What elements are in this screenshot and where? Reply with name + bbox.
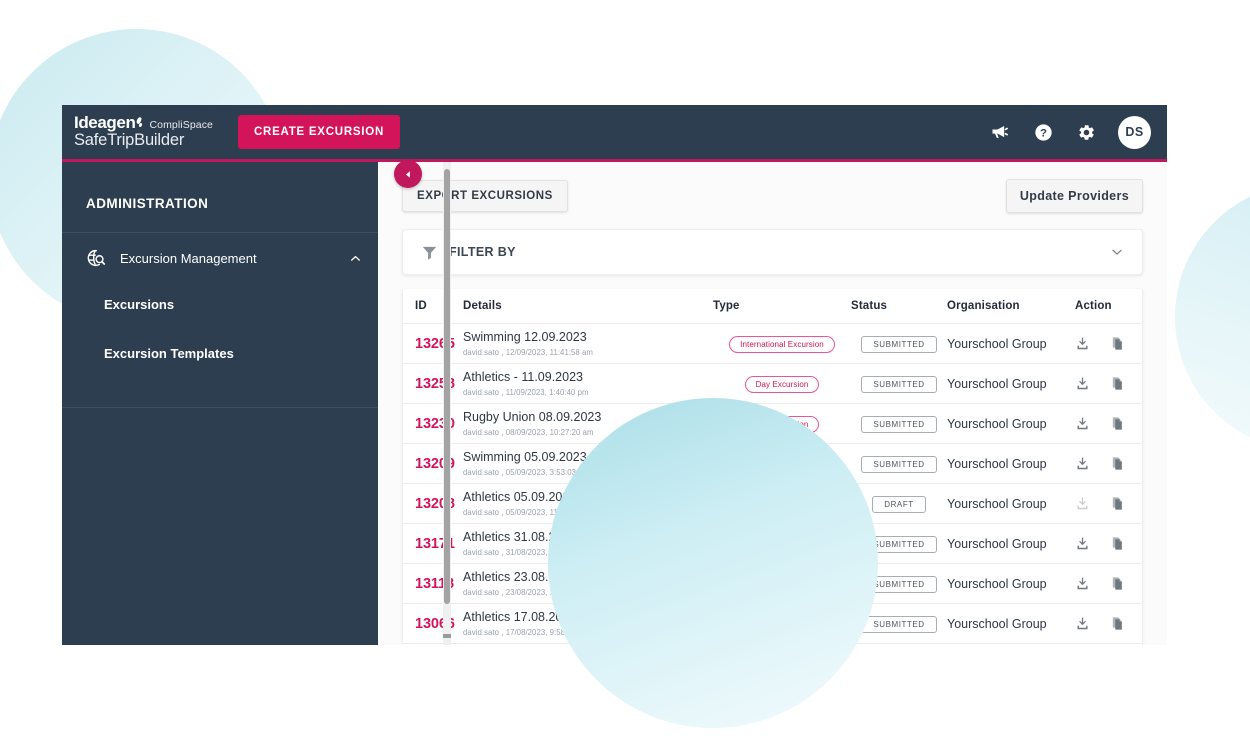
cell-organisation: Yourschool Group — [947, 417, 1047, 431]
cell-organisation: Yourschool Group — [947, 457, 1047, 471]
column-header-details: Details — [463, 289, 713, 324]
table-row[interactable]: 13258 Athletics - 11.09.2023 david.sato … — [403, 364, 1143, 404]
content-right-edge — [1159, 162, 1167, 645]
brand-swoosh-icon — [136, 117, 145, 128]
duplicate-icon[interactable] — [1110, 576, 1125, 591]
download-icon[interactable] — [1075, 616, 1090, 631]
duplicate-icon[interactable] — [1110, 376, 1125, 391]
cell-details-title: Athletics - 11.09.2023 — [463, 370, 713, 386]
table-header-row: ID Details Type Status Organisation Acti… — [403, 289, 1143, 324]
chevron-left-icon — [403, 169, 414, 180]
cell-details-title: Swimming 12.09.2023 — [463, 330, 713, 346]
column-header-action: Action — [1069, 289, 1143, 324]
cell-organisation: Yourschool Group — [947, 617, 1047, 631]
avatar[interactable]: DS — [1118, 116, 1151, 149]
chevron-down-icon[interactable] — [1110, 245, 1124, 259]
duplicate-icon[interactable] — [1110, 456, 1125, 471]
filter-by-panel[interactable]: FILTER BY — [402, 229, 1143, 275]
chevron-up-icon[interactable] — [349, 252, 362, 265]
duplicate-icon[interactable] — [1110, 496, 1125, 511]
status-badge[interactable]: SUBMITTED — [861, 336, 936, 354]
sidebar-item-excursions[interactable]: Excursions — [62, 283, 378, 326]
update-providers-button[interactable]: Update Providers — [1006, 179, 1143, 213]
create-excursion-button[interactable]: CREATE EXCURSION — [238, 115, 400, 149]
brand-name: Ideagen — [74, 114, 135, 132]
sidebar-title: ADMINISTRATION — [62, 162, 378, 211]
column-header-type: Type — [713, 289, 851, 324]
download-icon[interactable] — [1075, 536, 1090, 551]
settings-icon[interactable] — [1075, 121, 1097, 143]
cell-organisation: Yourschool Group — [947, 577, 1047, 591]
status-badge[interactable]: DRAFT — [872, 496, 925, 514]
download-icon[interactable] — [1075, 336, 1090, 351]
cell-organisation: Yourschool Group — [947, 337, 1047, 351]
column-header-id: ID — [403, 289, 463, 324]
download-icon[interactable] — [1075, 576, 1090, 591]
download-icon[interactable] — [1075, 496, 1090, 511]
sidebar-scrollbar[interactable] — [443, 162, 451, 645]
sidebar: ADMINISTRATION Excursion Management Excu… — [62, 162, 378, 645]
funnel-icon — [421, 244, 438, 261]
filter-by-label: FILTER BY — [449, 245, 516, 259]
content-toolbar: EXPORT EXCURSIONS Update Providers — [378, 162, 1167, 229]
excursion-search-icon — [86, 248, 106, 268]
cell-organisation: Yourschool Group — [947, 377, 1047, 391]
column-header-status: Status — [851, 289, 947, 324]
status-badge[interactable]: SUBMITTED — [861, 456, 936, 474]
cell-details-meta: david.sato , 11/09/2023, 1:40:40 pm — [463, 388, 713, 397]
download-icon[interactable] — [1075, 416, 1090, 431]
status-badge[interactable]: SUBMITTED — [861, 616, 936, 634]
cell-organisation: Yourschool Group — [947, 537, 1047, 551]
table-row[interactable]: 13265 Swimming 12.09.2023 david.sato , 1… — [403, 324, 1143, 364]
duplicate-icon[interactable] — [1110, 616, 1125, 631]
duplicate-icon[interactable] — [1110, 536, 1125, 551]
download-icon[interactable] — [1075, 456, 1090, 471]
export-excursions-button[interactable]: EXPORT EXCURSIONS — [402, 180, 568, 212]
duplicate-icon[interactable] — [1110, 336, 1125, 351]
sidebar-group-label: Excursion Management — [120, 251, 349, 266]
sidebar-item-excursion-templates[interactable]: Excursion Templates — [62, 326, 378, 381]
brand-logo: Ideagen CompliSpace SafeTripBuilder — [74, 114, 213, 149]
download-icon[interactable] — [1075, 376, 1090, 391]
type-pill[interactable]: International Excursion — [729, 336, 835, 354]
status-badge[interactable]: SUBMITTED — [861, 416, 936, 434]
svg-text:?: ? — [1039, 127, 1046, 139]
sidebar-group-excursion-management[interactable]: Excursion Management — [62, 233, 378, 283]
sidebar-scrollbar-end — [443, 634, 451, 638]
cell-organisation: Yourschool Group — [947, 497, 1047, 511]
duplicate-icon[interactable] — [1110, 416, 1125, 431]
type-pill[interactable]: Day Excursion — [745, 376, 820, 394]
help-icon[interactable]: ? — [1032, 121, 1054, 143]
megaphone-icon[interactable] — [989, 121, 1011, 143]
cell-details-meta: david.sato , 12/09/2023, 11:41:58 am — [463, 348, 713, 357]
brand-product-name: SafeTripBuilder — [74, 132, 213, 149]
brand-sub-name: CompliSpace — [149, 120, 213, 131]
sidebar-scrollbar-thumb[interactable] — [444, 169, 450, 604]
status-badge[interactable]: SUBMITTED — [861, 376, 936, 394]
header-actions: ? DS — [989, 116, 1151, 149]
decorative-circle-right — [1175, 183, 1250, 451]
decorative-circle-bottom — [548, 398, 878, 728]
column-header-organisation: Organisation — [947, 289, 1069, 324]
sidebar-divider-bottom — [62, 407, 378, 408]
app-header: Ideagen CompliSpace SafeTripBuilder CREA… — [62, 105, 1167, 162]
sidebar-collapse-button[interactable] — [394, 160, 422, 188]
